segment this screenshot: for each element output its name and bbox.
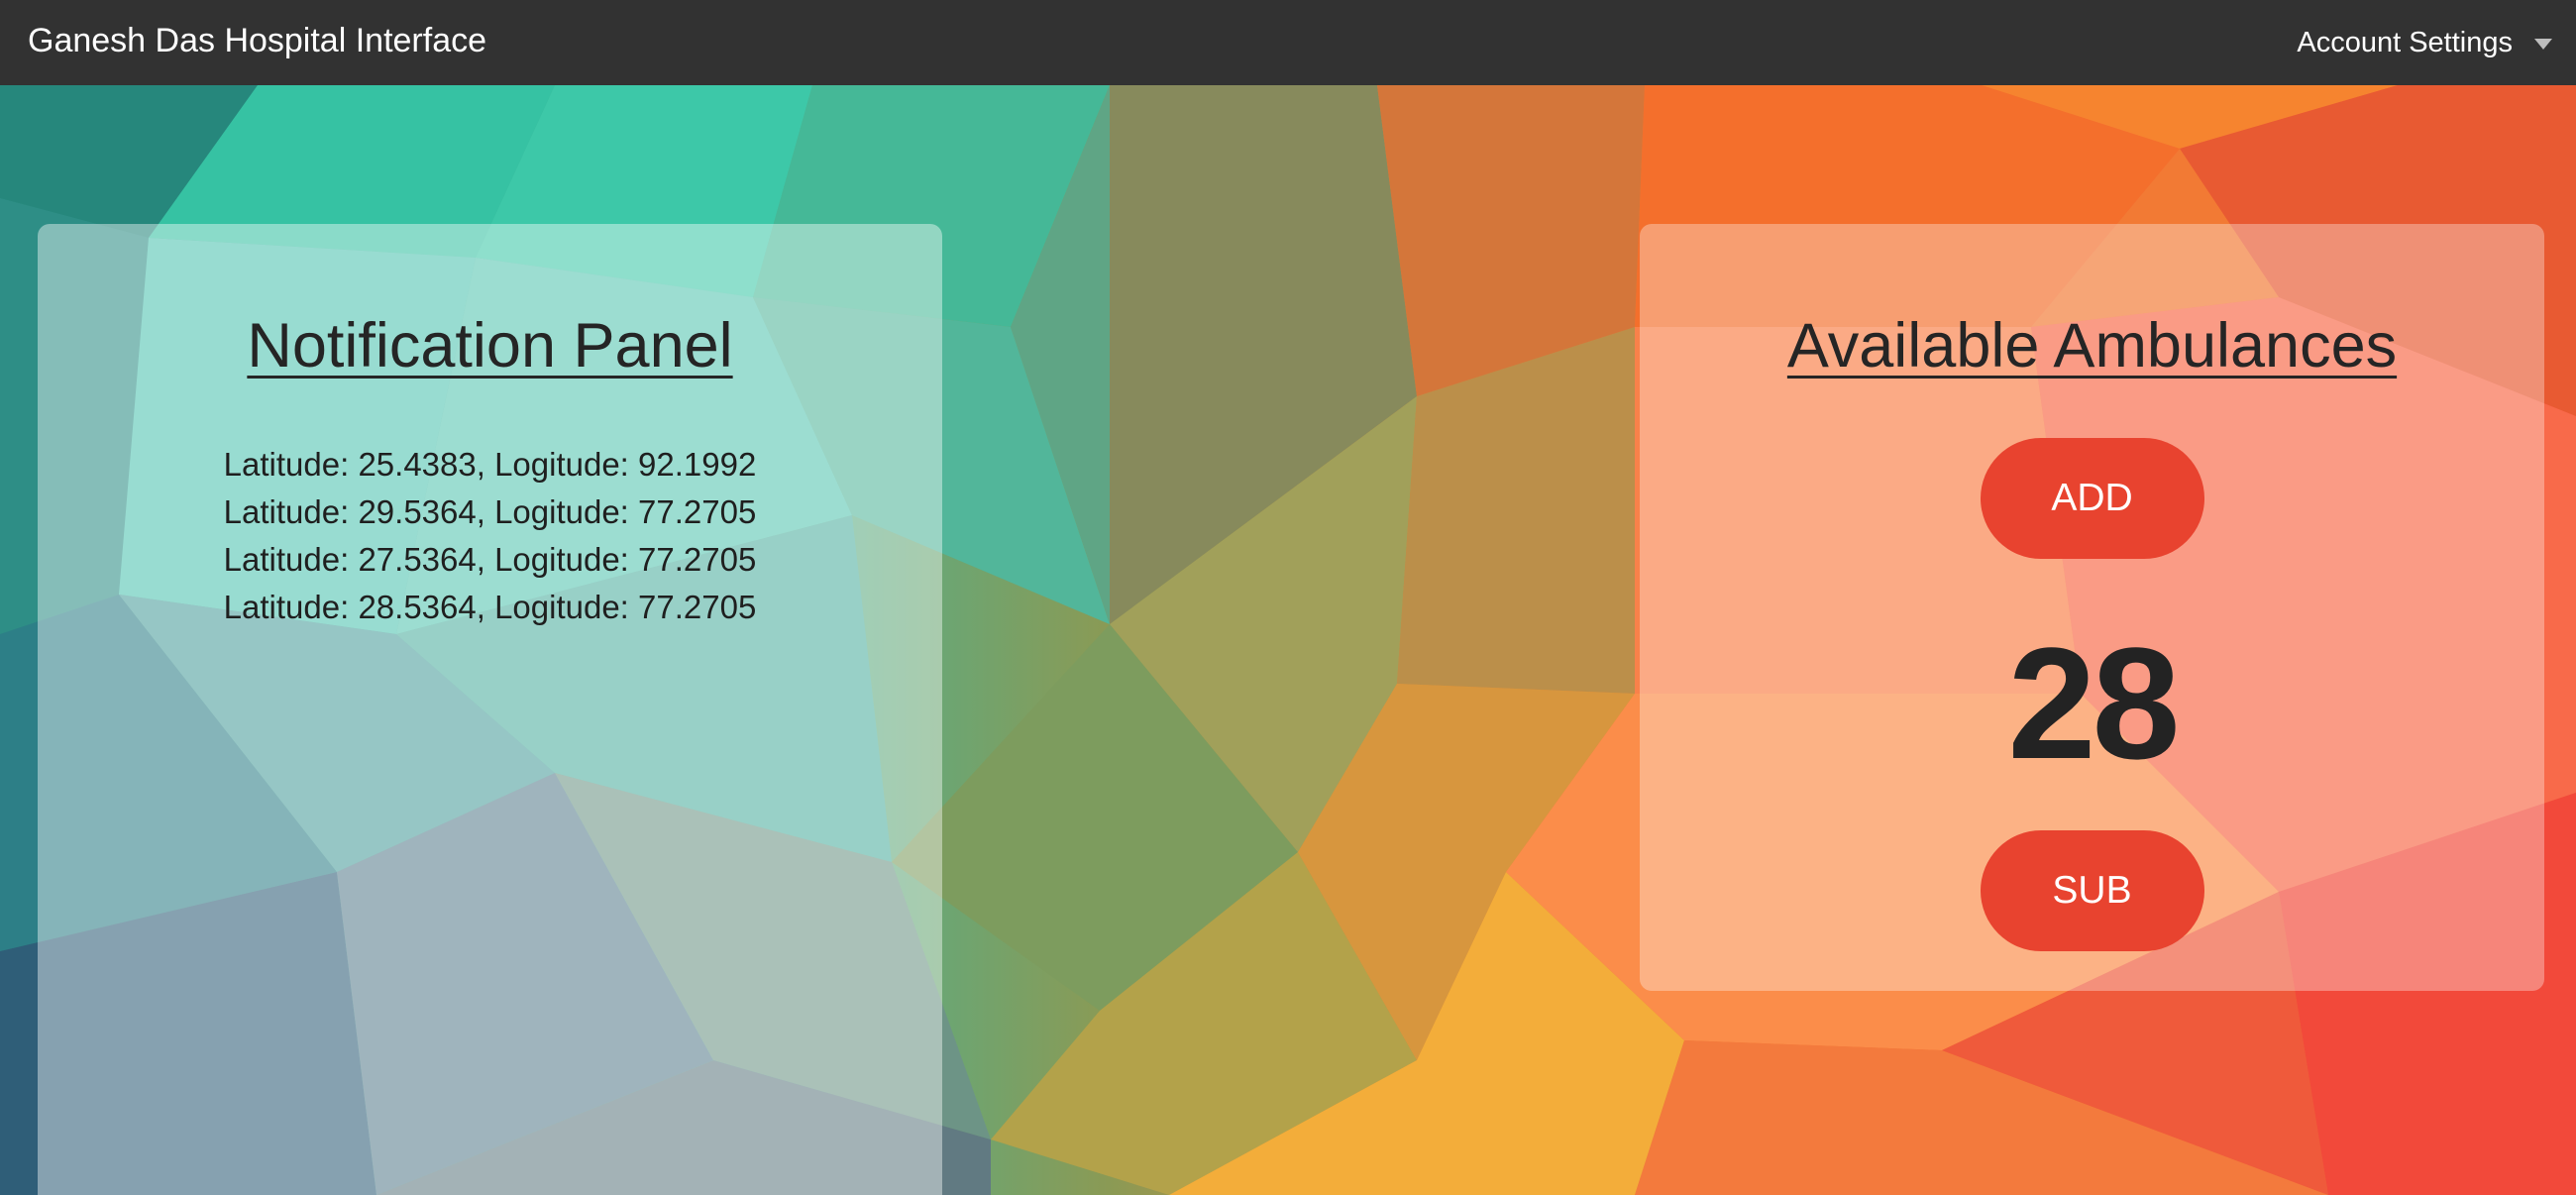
account-settings-dropdown[interactable]: Account Settings <box>2297 0 2552 85</box>
add-ambulance-button[interactable]: ADD <box>1980 438 2204 559</box>
notification-panel-title: Notification Panel <box>247 311 733 380</box>
notification-panel: Notification Panel Latitude: 25.4383, Lo… <box>38 224 942 1195</box>
ambulance-panel: Available Ambulances ADD 28 SUB <box>1640 224 2544 991</box>
notification-item: Latitude: 25.4383, Logitude: 92.1992 <box>223 446 757 483</box>
ambulance-count: 28 <box>2007 614 2181 792</box>
subtract-ambulance-button[interactable]: SUB <box>1980 830 2204 951</box>
notification-item: Latitude: 29.5364, Logitude: 77.2705 <box>223 493 757 530</box>
notification-item: Latitude: 27.5364, Logitude: 77.2705 <box>223 541 757 578</box>
ambulance-panel-title: Available Ambulances <box>1786 311 2398 380</box>
top-navbar: Ganesh Das Hospital Interface Account Se… <box>0 0 2576 85</box>
notification-item: Latitude: 28.5364, Logitude: 77.2705 <box>223 589 757 625</box>
app-title[interactable]: Ganesh Das Hospital Interface <box>28 0 486 85</box>
notification-list: Latitude: 25.4383, Logitude: 92.1992 Lat… <box>38 441 942 631</box>
account-settings-label: Account Settings <box>2297 26 2513 58</box>
chevron-down-icon <box>2534 38 2552 50</box>
